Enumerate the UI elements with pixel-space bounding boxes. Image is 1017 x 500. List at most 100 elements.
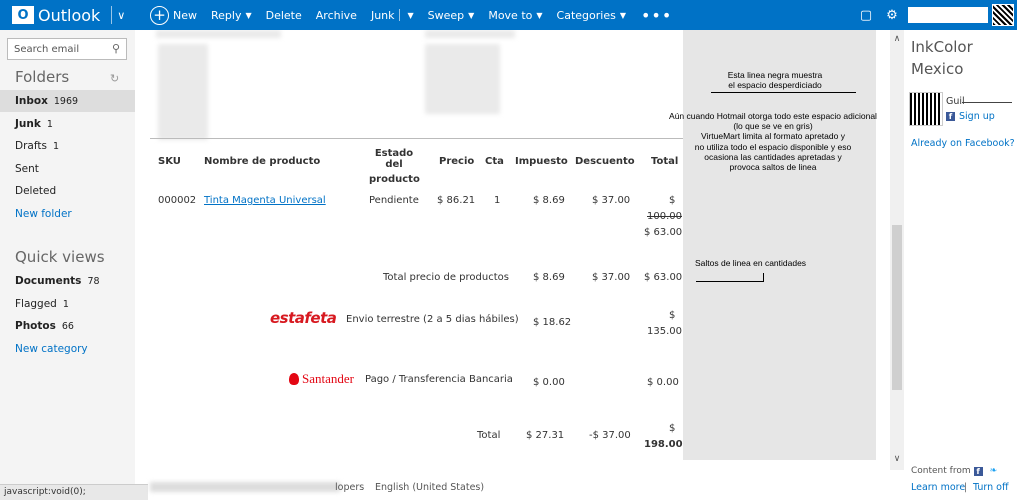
unused-space-area: Esta linea negra muestra el espacio desp… [669,30,877,460]
item-total-old: 100.00 [647,211,682,222]
item-price: $ 86.21 [437,195,476,206]
redacted-address-left [158,44,208,140]
note-wasted-space: Esta linea negra muestra el espacio desp… [727,70,823,91]
scrollbar-thumb[interactable] [892,225,902,390]
contact-picture [909,92,943,126]
quick-view-photos[interactable]: Photos 66 [0,315,135,337]
new-folder-link[interactable]: New folder [0,203,135,225]
contact-name: InkColor Mexico [911,38,973,78]
note-extra-space: Aún cuando Hotmail otorga todo este espa… [669,111,877,172]
command-bar: + New Reply ▼ Delete Archive Junk ▼ Swee… [143,0,680,30]
new-category-link[interactable]: New category [0,338,135,360]
folder-deleted[interactable]: Deleted [0,180,135,202]
black-line-marker [711,92,856,93]
item-sku: 000002 [158,195,197,206]
chevron-down-icon: ▼ [536,10,543,20]
developers-link[interactable]: lopers [335,482,364,493]
subtotal-total: $ 63.00 [644,272,683,283]
santander-flame-icon [289,373,299,385]
account-name-box[interactable] [908,7,988,23]
shipping-total-sign: $ [669,310,676,321]
item-total-sign: $ [669,195,676,206]
chevron-up-icon[interactable]: ∧ [890,34,904,44]
junk-button[interactable]: Junk ▼ [364,0,421,30]
language-selector[interactable]: English (United States) [375,482,484,493]
redacted-address-right [425,44,500,114]
search-input[interactable]: Search email ⚲ [7,38,127,60]
left-navigation: Search email ⚲ Folders ↻ Inbox 1969 Junk 1… [0,30,135,500]
grand-total-discount: -$ 37.00 [589,430,631,441]
header-name: Nombre de producto [204,156,321,167]
gear-icon[interactable]: ⚙ [882,5,902,25]
app-name: Outlook [38,5,101,25]
facebook-icon: f [946,112,955,121]
facebook-signup-link[interactable]: f Sign up [946,111,995,122]
item-discount: $ 37.00 [592,195,631,206]
folders-heading[interactable]: Folders [15,68,69,86]
outlook-o-icon: O [12,6,34,24]
outlook-logo[interactable]: O Outlook ∨ [0,0,135,30]
payment-total: $ 0.00 [647,377,679,388]
header-qty: Cta [485,156,504,167]
chevron-down-icon: ▼ [245,10,252,20]
categories-button[interactable]: Categories ▼ [550,0,633,30]
new-button[interactable]: + New [143,0,204,30]
content-from: Content from f ❧ [911,466,998,476]
delete-button[interactable]: Delete [259,0,309,30]
more-icon[interactable]: ••• [633,0,680,30]
santander-logo: Santander [289,371,354,387]
folder-drafts[interactable]: Drafts 1 [0,135,135,157]
messaging-icon[interactable]: ▢ [856,5,876,25]
chevron-down-icon: ▼ [468,10,475,20]
reply-button[interactable]: Reply ▼ [204,0,259,30]
folder-inbox[interactable]: Inbox 1969 [0,90,135,112]
note-line-breaks: Saltos de linea en cantidades [695,258,807,268]
folder-sent[interactable]: Sent [0,158,135,180]
header-price: Precio [439,156,475,167]
estafeta-logo: estafeta [270,309,337,327]
status-bar-url: javascript:void(0); [0,484,148,500]
already-on-facebook-link[interactable]: Already on Facebook? [911,138,1015,149]
grand-total-value: 198.00 [644,439,683,450]
chevron-down-icon[interactable]: ∨ [117,9,125,22]
redacted-name [425,30,515,38]
turn-off-link[interactable]: Turn off [973,482,1009,493]
quick-view-flagged[interactable]: Flagged 1 [0,293,135,315]
item-total-new: $ 63.00 [644,227,683,238]
shipping-total: 135.00 [647,326,682,337]
grand-total-label: Total [477,430,501,441]
vertical-scrollbar[interactable]: ∧ ∨ [890,30,904,470]
profile-picture[interactable] [992,4,1014,26]
chevron-down-icon[interactable]: ▼ [408,11,414,20]
item-tax: $ 8.69 [533,195,565,206]
top-bar: O Outlook ∨ + New Reply ▼ Delete Archive… [0,0,1017,30]
message-body: SKU Nombre de producto Estado del produc… [150,30,683,460]
learn-more-link[interactable]: Learn more [911,482,965,493]
shipping-tax: $ 18.62 [533,317,572,328]
quick-views-heading: Quick views [15,248,105,266]
sweep-button[interactable]: Sweep ▼ [421,0,482,30]
shipping-label: Envio terrestre (2 a 5 dias hábiles) [346,314,519,325]
header-sku: SKU [158,156,181,167]
archive-button[interactable]: Archive [309,0,364,30]
item-name-link[interactable]: Tinta Magenta Universal [204,195,326,206]
item-qty: 1 [494,195,501,206]
grand-total-sign: $ [669,423,676,434]
item-status: Pendiente [369,195,419,206]
search-icon[interactable]: ⚲ [112,42,120,55]
refresh-icon[interactable]: ↻ [110,72,119,85]
line-break-marker [696,281,764,282]
people-pane: InkColor Mexico Guil f Sign up Already o… [904,30,1017,500]
move-to-button[interactable]: Move to ▼ [481,0,549,30]
plus-icon: + [150,5,169,25]
payment-tax: $ 0.00 [533,377,565,388]
quick-view-documents[interactable]: Documents 78 [0,270,135,292]
chevron-down-icon[interactable]: ∨ [890,454,904,464]
folder-junk[interactable]: Junk 1 [0,113,135,135]
footer: lopers English (United States) [150,478,690,498]
subtotal-discount: $ 37.00 [592,272,631,283]
payment-label: Pago / Transferencia Bancaria [365,374,513,385]
redacted-email [156,30,281,38]
header-discount: Descuento [575,156,635,167]
chevron-down-icon: ▼ [619,10,626,20]
